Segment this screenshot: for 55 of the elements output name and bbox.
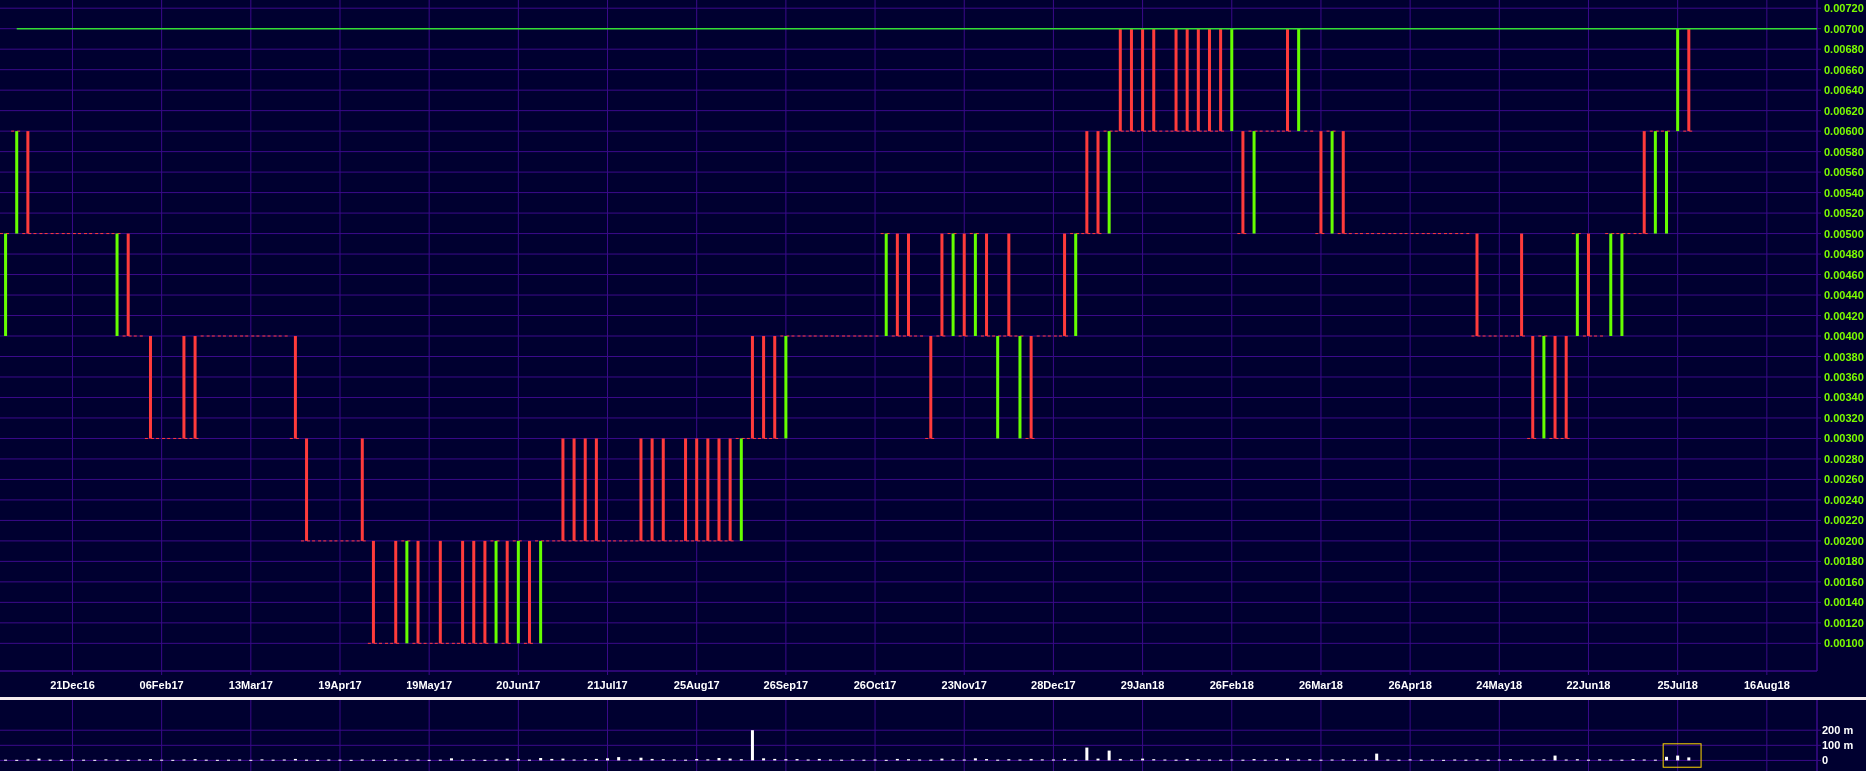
price-axis-label: 0.00320 [1824, 411, 1864, 424]
volume-axis-label: 0 [1822, 754, 1829, 767]
price-axis-label: 0.00720 [1824, 2, 1864, 15]
price-axis-label: 0.00180 [1824, 555, 1864, 568]
date-axis-label: 26Sep17 [763, 679, 809, 691]
price-axis-label: 0.00540 [1824, 186, 1864, 199]
date-axis-label: 21Dec16 [50, 679, 95, 691]
price-axis-label: 0.00440 [1824, 289, 1864, 302]
price-axis-label: 0.00600 [1824, 125, 1864, 138]
price-axis-label: 0.00560 [1824, 166, 1864, 179]
price-axis-label: 0.00120 [1824, 616, 1864, 629]
date-axis-label: 26Oct17 [853, 679, 897, 691]
volume-axis-label: 100 m [1822, 739, 1854, 752]
date-axis-label: 13Mar17 [228, 679, 273, 691]
price-axis-label: 0.00160 [1824, 575, 1864, 588]
price-axis-label: 0.00620 [1824, 104, 1864, 117]
date-axis-label: 24May18 [1476, 679, 1523, 691]
price-axis-label: 0.00360 [1824, 371, 1864, 383]
date-axis-label: 29Jan18 [1120, 679, 1165, 691]
price-axis-label: 0.00660 [1824, 63, 1864, 76]
date-axis-label: 28Dec17 [1031, 679, 1076, 691]
price-axis-label: 0.00300 [1824, 432, 1864, 445]
price-axis-label: 0.00100 [1824, 637, 1864, 650]
price-axis-label: 0.00200 [1824, 534, 1864, 547]
volume-axis-label: 200 m [1822, 724, 1854, 737]
price-axis-label: 0.00480 [1824, 248, 1864, 261]
price-axis-label: 0.00500 [1824, 227, 1864, 240]
price-axis-label: 0.00140 [1824, 596, 1864, 609]
price-axis-label: 0.00340 [1824, 391, 1864, 404]
date-axis-label: 25Aug17 [673, 679, 720, 691]
price-axis-label: 0.00580 [1824, 145, 1864, 158]
price-axis-label: 0.00640 [1824, 84, 1864, 97]
date-axis-label: 19May17 [406, 679, 453, 691]
price-axis-label: 0.00260 [1824, 473, 1864, 486]
price-axis-label: 0.00240 [1824, 493, 1864, 506]
date-axis-label: 06Feb17 [139, 679, 184, 691]
date-axis-label: 19Apr17 [318, 679, 362, 691]
price-axis-label: 0.00400 [1824, 330, 1864, 342]
date-axis-label: 16Aug18 [1743, 679, 1790, 691]
price-axis-label: 0.00700 [1824, 22, 1864, 35]
price-axis-label: 0.00220 [1824, 514, 1864, 527]
price-axis-label: 0.00680 [1824, 43, 1864, 56]
price-axis-label: 0.00280 [1824, 452, 1864, 465]
price-axis-label: 0.00420 [1824, 309, 1864, 322]
price-axis-label: 0.00460 [1824, 268, 1864, 281]
date-axis-label: 26Feb18 [1209, 679, 1254, 691]
date-axis-label: 23Nov17 [941, 679, 987, 691]
date-axis-label: 25Jul18 [1657, 679, 1698, 691]
date-axis-label: 20Jun17 [496, 679, 541, 691]
price-axis-label: 0.00380 [1824, 350, 1864, 363]
date-axis-label: 21Jul17 [587, 679, 628, 691]
date-axis-label: 26Mar18 [1298, 679, 1343, 691]
date-axis-label: 22Jun18 [1566, 679, 1611, 691]
price-axis-label: 0.00520 [1824, 207, 1864, 220]
date-axis-label: 26Apr18 [1388, 679, 1432, 691]
